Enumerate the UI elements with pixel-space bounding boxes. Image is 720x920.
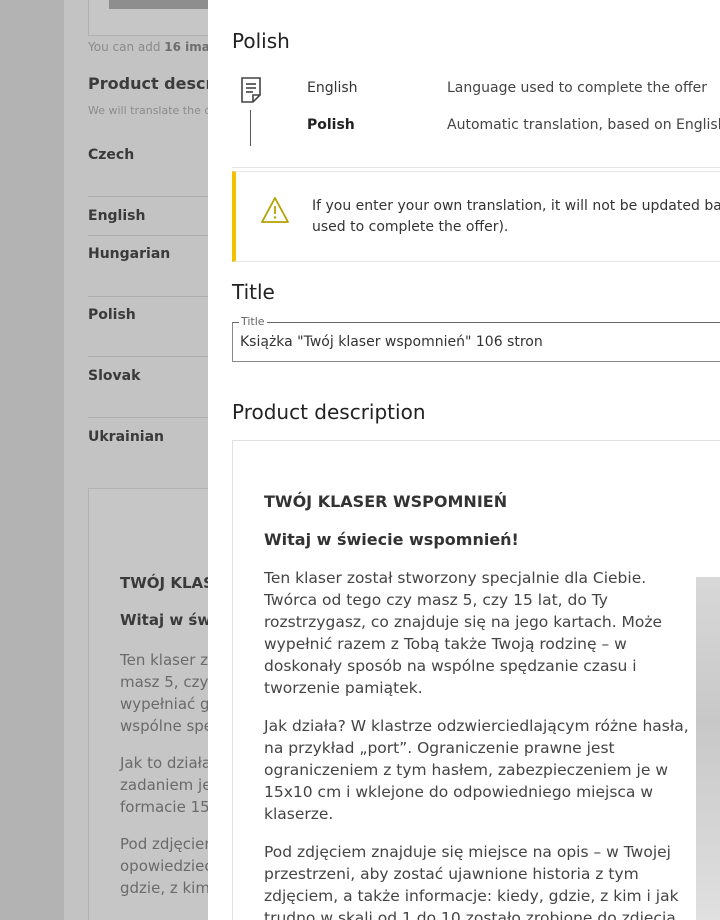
background-left-strip bbox=[0, 0, 64, 920]
warning-text: If you enter your own translation, it wi… bbox=[312, 198, 720, 235]
description-editor[interactable]: TWÓJ KLASER WSPOMNIEŃ Witaj w świecie ws… bbox=[232, 440, 720, 920]
background-card-line: wspólne spe bbox=[120, 717, 214, 735]
description-heading: TWÓJ KLASER WSPOMNIEŃ bbox=[264, 492, 508, 511]
background-card-subheading: Witaj w świ bbox=[120, 611, 217, 629]
target-language: Polish bbox=[307, 117, 355, 133]
document-icon bbox=[241, 77, 261, 103]
description-subheading: Witaj w świecie wspomnień! bbox=[264, 530, 519, 549]
background-divider bbox=[88, 356, 218, 357]
background-card-line: wypełniać g bbox=[120, 695, 210, 713]
background-divider bbox=[88, 196, 218, 197]
title-input[interactable] bbox=[240, 334, 720, 350]
warning-icon bbox=[261, 197, 289, 223]
background-card-line: zadaniem je bbox=[120, 776, 212, 794]
background-lang-english: English bbox=[88, 208, 146, 224]
background-card-line: Pod zdjęcier bbox=[120, 835, 211, 853]
description-paragraph: Pod zdjęciem znajduje się miejsce na opi… bbox=[264, 843, 679, 920]
background-divider bbox=[88, 417, 218, 418]
title-field-label: Title bbox=[239, 315, 267, 328]
background-card-heading: TWÓJ KLAS bbox=[120, 574, 214, 592]
description-paragraph: Jak działa? W klastrze odzwierciedlający… bbox=[264, 717, 689, 823]
source-language: English bbox=[307, 80, 358, 96]
source-language-description: Language used to complete the offer bbox=[447, 80, 708, 96]
background-card-line: Ten klaser z bbox=[120, 651, 209, 669]
background-card-line: masz 5, czy bbox=[120, 673, 209, 691]
translation-warning: If you enter your own translation, it wi… bbox=[232, 171, 720, 262]
title-field[interactable]: Title bbox=[232, 315, 720, 362]
background-lang-polish: Polish bbox=[88, 307, 136, 323]
background-section-subtitle: We will translate the d bbox=[88, 104, 212, 117]
description-section-heading: Product description bbox=[232, 400, 426, 424]
background-description-card: TWÓJ KLAS Witaj w świ Ten klaser z masz … bbox=[88, 488, 218, 920]
drawer-title: Polish bbox=[232, 29, 290, 53]
background-card-line: gdzie, z kim bbox=[120, 879, 210, 897]
background-divider bbox=[88, 296, 218, 297]
divider bbox=[232, 167, 720, 168]
title-section-heading: Title bbox=[232, 280, 275, 304]
background-lang-czech: Czech bbox=[88, 147, 135, 163]
target-language-description: Automatic translation, based on English bbox=[447, 117, 720, 133]
background-card-line: formacie 15 bbox=[120, 798, 210, 816]
description-image bbox=[696, 577, 720, 920]
background-lang-hungarian: Hungarian bbox=[88, 246, 171, 262]
translation-drawer: Polish English Language used to complete… bbox=[208, 0, 720, 920]
background-card-line: Jak to działa bbox=[120, 754, 212, 772]
background-image-hint: You can add 16 imag bbox=[88, 40, 219, 54]
background-lang-ukrainian: Ukrainian bbox=[88, 429, 165, 445]
source-connector-line bbox=[250, 110, 251, 146]
background-thumbnail bbox=[109, 0, 209, 9]
background-divider bbox=[88, 235, 218, 236]
background-lang-slovak: Slovak bbox=[88, 368, 141, 384]
description-paragraph: Ten klaser został stworzony specjalnie d… bbox=[264, 569, 663, 697]
background-card-line: opowiedziec bbox=[120, 857, 213, 875]
